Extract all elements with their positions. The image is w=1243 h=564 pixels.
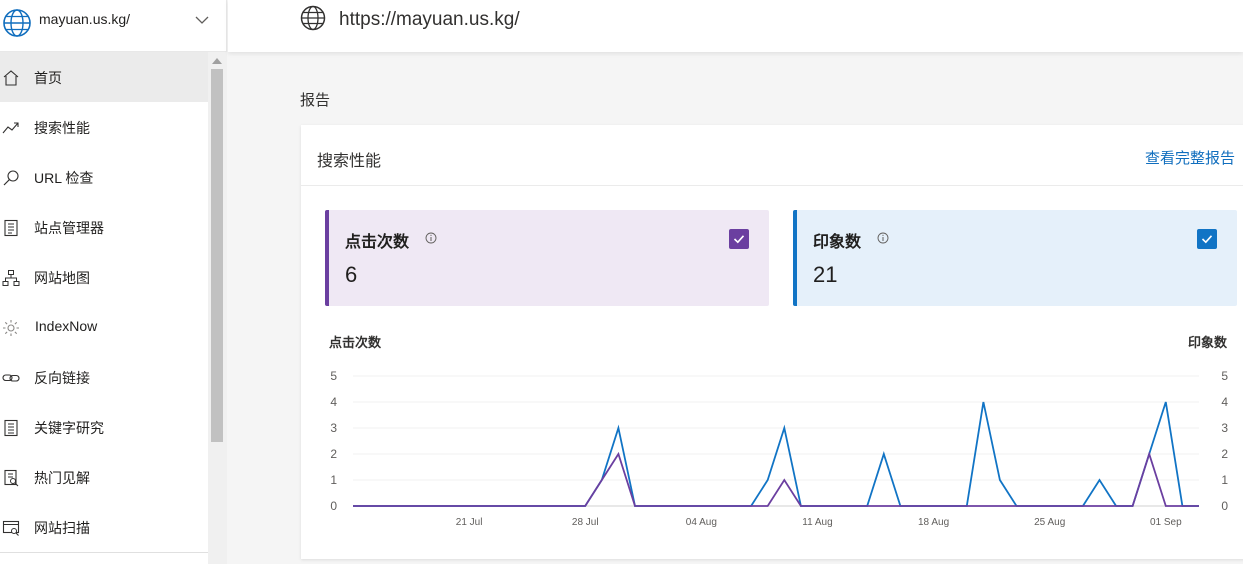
card-header: 搜索性能 查看完整报告 bbox=[301, 125, 1243, 186]
right-axis-title: 印象数 bbox=[1188, 335, 1228, 350]
card-title: 搜索性能 bbox=[317, 153, 382, 170]
sidebar-item-label: 网站地图 bbox=[34, 270, 90, 286]
sidebar-item-indexnow[interactable]: IndexNow bbox=[0, 302, 208, 352]
gear-icon bbox=[3, 320, 19, 336]
sidebar-item-label: URL 检查 bbox=[34, 170, 94, 186]
sidebar-item-site-explorer[interactable]: 站点管理器 bbox=[0, 202, 208, 252]
performance-chart: 0 0 1 1 2 2 3 3 4 4 5 5 21 Jul 28 Jul 04 Aug 11 Aug 18 A… bbox=[330, 369, 1228, 528]
y-tick-label-left: 4 bbox=[330, 395, 337, 409]
impressions-label: 印象数 bbox=[813, 234, 862, 251]
sidebar-item-label: 热门见解 bbox=[34, 470, 90, 486]
sitemap-icon bbox=[2, 270, 20, 286]
info-icon[interactable] bbox=[877, 232, 889, 244]
y-tick-label-left: 0 bbox=[330, 499, 337, 513]
y-tick-label-right: 3 bbox=[1221, 421, 1228, 435]
x-tick-label: 18 Aug bbox=[918, 517, 949, 528]
sidebar-item-label: 搜索性能 bbox=[34, 120, 90, 136]
sidebar-item-recommendations[interactable]: 热门见解 bbox=[0, 452, 208, 502]
y-tick-label-right: 1 bbox=[1221, 473, 1228, 487]
scroll-up-icon[interactable] bbox=[212, 58, 222, 64]
search-performance-card: 搜索性能 查看完整报告 点击次数 6 印象数 21 点击次数 印象数 0 0 1… bbox=[301, 125, 1243, 559]
clicks-label: 点击次数 bbox=[345, 234, 410, 251]
impressions-checkbox[interactable] bbox=[1197, 229, 1217, 249]
sidebar-item-url-inspection[interactable]: URL 检查 bbox=[0, 152, 208, 202]
sidebar-item-label: IndexNow bbox=[35, 318, 98, 334]
y-tick-label-left: 2 bbox=[330, 447, 337, 461]
sidebar-item-keyword-research[interactable]: 关键字研究 bbox=[0, 402, 208, 452]
chevron-down-icon[interactable] bbox=[194, 12, 210, 28]
globe-icon bbox=[300, 5, 326, 31]
x-tick-label: 21 Jul bbox=[456, 517, 483, 528]
link-icon bbox=[2, 374, 20, 382]
section-title: 报告 bbox=[300, 92, 331, 109]
y-tick-label-right: 2 bbox=[1221, 447, 1228, 461]
x-tick-label: 04 Aug bbox=[686, 517, 717, 528]
impressions-metric-card[interactable]: 印象数 21 bbox=[793, 210, 1237, 306]
sidebar: mayuan.us.kg/ 首页 搜索性能 URL 检查 站点管理器 网站地图 … bbox=[0, 0, 227, 564]
checkmark-icon bbox=[733, 235, 745, 244]
y-tick-label-right: 0 bbox=[1221, 499, 1228, 513]
clicks-value: 6 bbox=[345, 262, 358, 287]
left-axis-title: 点击次数 bbox=[329, 335, 382, 350]
sidebar-item-home[interactable]: 首页 bbox=[0, 52, 208, 102]
sidebar-item-label: 首页 bbox=[34, 70, 62, 86]
y-tick-label-right: 4 bbox=[1221, 395, 1228, 409]
y-tick-label-left: 5 bbox=[330, 369, 337, 383]
globe-icon bbox=[3, 9, 31, 37]
x-tick-label: 11 Aug bbox=[802, 517, 832, 528]
scrollbar-thumb[interactable] bbox=[211, 69, 223, 442]
sidebar-item-sitemaps[interactable]: 网站地图 bbox=[0, 252, 208, 302]
sidebar-item-backlinks[interactable]: 反向链接 bbox=[0, 352, 208, 402]
document-icon bbox=[4, 419, 18, 437]
sidebar-item-site-scan[interactable]: 网站扫描 bbox=[0, 502, 208, 552]
document-icon bbox=[4, 219, 18, 237]
y-tick-label-left: 1 bbox=[330, 473, 337, 487]
y-tick-label-right: 5 bbox=[1221, 369, 1228, 383]
site-name: mayuan.us.kg/ bbox=[39, 11, 131, 27]
x-tick-label: 25 Aug bbox=[1034, 517, 1065, 528]
x-tick-label: 28 Jul bbox=[572, 517, 599, 528]
sidebar-item-label: 站点管理器 bbox=[34, 220, 104, 236]
sidebar-item-label: 网站扫描 bbox=[34, 520, 90, 536]
y-tick-label-left: 3 bbox=[330, 421, 337, 435]
url-bar: https://mayuan.us.kg/ bbox=[228, 0, 1243, 52]
view-full-report-link[interactable]: 查看完整报告 bbox=[1145, 147, 1235, 168]
home-icon bbox=[3, 70, 19, 86]
site-url: https://mayuan.us.kg/ bbox=[339, 9, 520, 30]
sidebar-item-label: 反向链接 bbox=[34, 370, 90, 386]
site-picker[interactable]: mayuan.us.kg/ bbox=[0, 0, 227, 52]
trend-icon bbox=[2, 122, 19, 134]
search-icon bbox=[3, 170, 19, 186]
sidebar-item-search-performance[interactable]: 搜索性能 bbox=[0, 102, 208, 152]
clicks-metric-card[interactable]: 点击次数 6 bbox=[325, 210, 769, 306]
sidebar-scrollbar[interactable] bbox=[208, 52, 227, 564]
checkmark-icon bbox=[1201, 235, 1213, 244]
sidebar-divider bbox=[0, 552, 208, 553]
x-tick-label: 01 Sep bbox=[1150, 517, 1182, 528]
insight-icon bbox=[4, 469, 19, 487]
clicks-checkbox[interactable] bbox=[729, 229, 749, 249]
impressions-value: 21 bbox=[813, 262, 838, 287]
sidebar-item-label: 关键字研究 bbox=[34, 420, 104, 436]
info-icon[interactable] bbox=[425, 232, 437, 244]
scan-icon bbox=[2, 520, 20, 536]
sidebar-nav: 首页 搜索性能 URL 检查 站点管理器 网站地图 IndexNow 反向链接 … bbox=[0, 52, 208, 552]
